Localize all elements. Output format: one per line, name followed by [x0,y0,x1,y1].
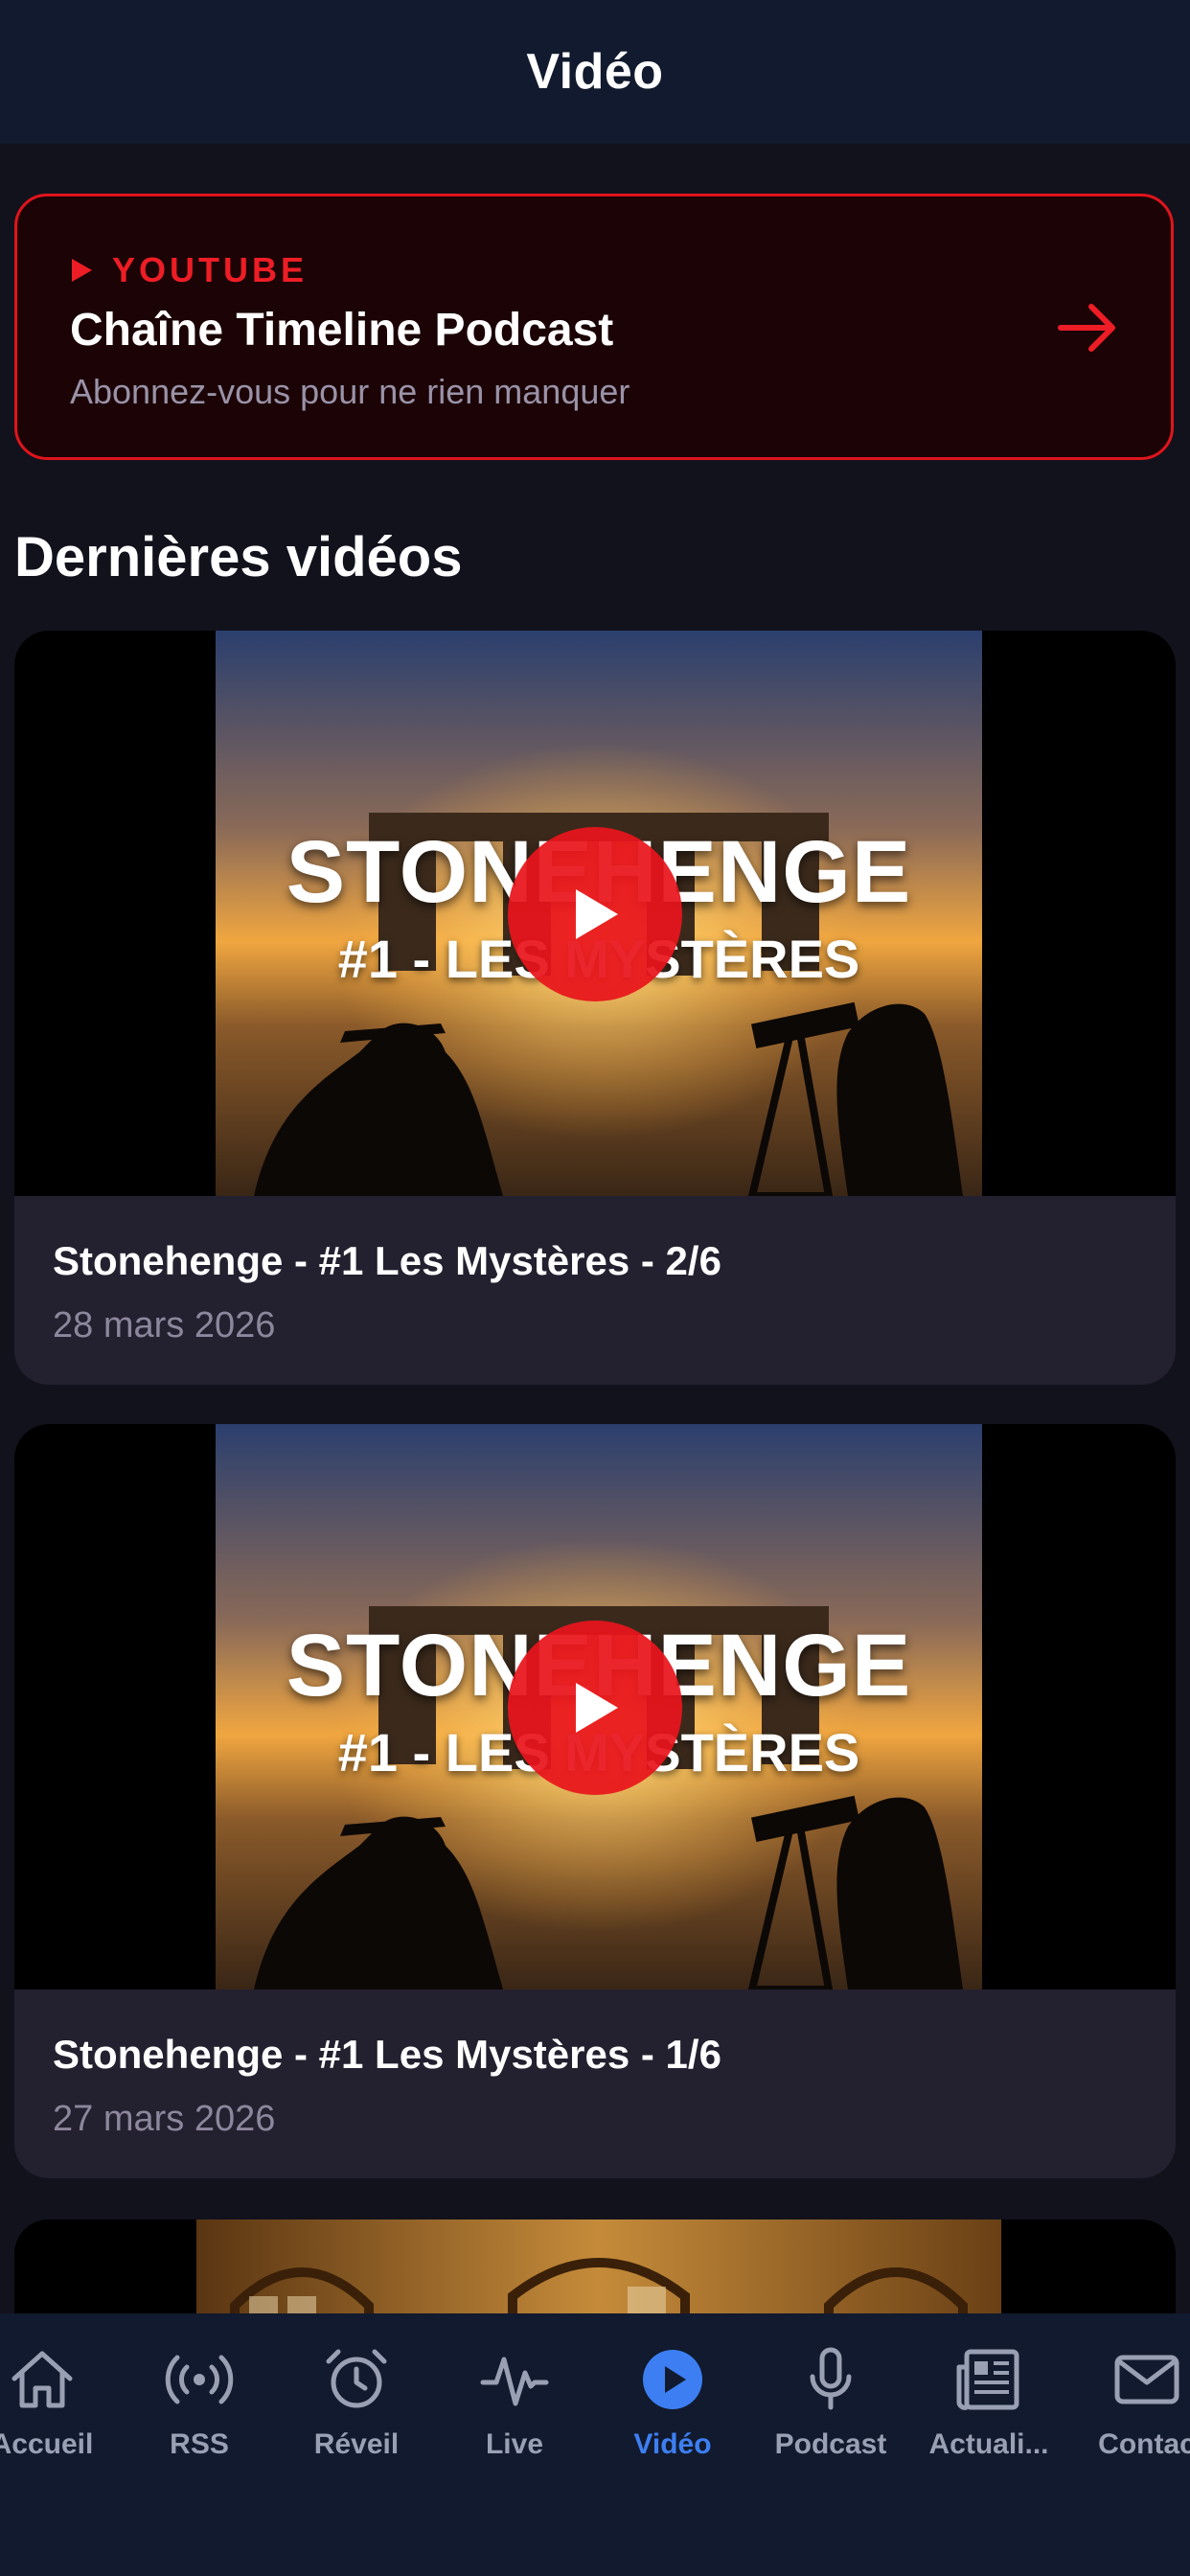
youtube-kicker: YOUTUBE [70,250,308,290]
tab-label: Vidéo [633,2428,712,2460]
mail-icon [1114,2355,1179,2404]
tab-live[interactable]: Live [438,2344,591,2461]
section-title: Dernières vidéos [14,526,463,588]
tab-label: Actuali... [928,2428,1049,2460]
tab-rss[interactable]: RSS [123,2344,276,2461]
video-info: Stonehenge - #1 Les Mystères - 2/6 28 ma… [14,1196,1176,1385]
tab-bar: Accueil RSS Réveil Live Vidéo Podcast Ac… [0,2313,1190,2576]
play-icon [576,889,618,939]
tab-accueil[interactable]: Accueil [0,2344,119,2461]
nav-header: Vidéo [0,0,1190,144]
video-title: Stonehenge - #1 Les Mystères - 2/6 [53,1238,721,1283]
play-triangle-icon [72,259,92,282]
play-button[interactable] [508,827,682,1001]
pulse-icon [480,2357,549,2406]
youtube-channel-card[interactable]: YOUTUBE Chaîne Timeline Podcast Abonnez-… [14,194,1174,460]
video-card[interactable]: STONEHENGE #1 - LES MYSTÈRES Stonehenge … [14,1424,1176,2178]
tab-contact[interactable]: Contac [1070,2344,1190,2461]
tab-label: Podcast [774,2428,887,2460]
video-info: Stonehenge - #1 Les Mystères - 1/6 27 ma… [14,1990,1176,2178]
tab-label: Accueil [0,2428,94,2460]
video-date: 28 mars 2026 [53,1305,276,1346]
home-icon [11,2351,73,2408]
tab-label: Réveil [313,2428,400,2460]
play-circle-icon [643,2350,702,2409]
tab-label: RSS [170,2428,229,2460]
tab-video[interactable]: Vidéo [596,2344,749,2461]
youtube-channel-subtitle: Abonnez-vous pour ne rien manquer [70,372,630,411]
page-title: Vidéo [526,44,664,100]
newspaper-icon [956,2349,1019,2410]
tab-actualites[interactable]: Actuali... [912,2344,1065,2461]
video-thumbnail[interactable]: STONEHENGE #1 - LES MYSTÈRES [14,631,1176,1196]
video-date: 27 mars 2026 [53,2099,276,2139]
microphone-icon [810,2347,852,2410]
video-title: Stonehenge - #1 Les Mystères - 1/6 [53,2032,721,2077]
youtube-channel-title: Chaîne Timeline Podcast [70,305,614,356]
play-button[interactable] [508,1621,682,1795]
alarm-clock-icon [326,2349,387,2408]
video-thumbnail[interactable]: STONEHENGE #1 - LES MYSTÈRES [14,1424,1176,1990]
arrow-right-icon [1058,304,1115,352]
tab-label: Live [485,2428,544,2460]
broadcast-icon [165,2355,234,2404]
tab-label: Contac [1098,2428,1190,2460]
youtube-kicker-label: YOUTUBE [112,250,309,289]
video-card[interactable]: STONEHENGE #1 - LES MYSTÈRES Stonehenge … [14,631,1176,1385]
play-icon [576,1683,618,1733]
tab-reveil[interactable]: Réveil [280,2344,433,2461]
tab-podcast[interactable]: Podcast [754,2344,907,2461]
